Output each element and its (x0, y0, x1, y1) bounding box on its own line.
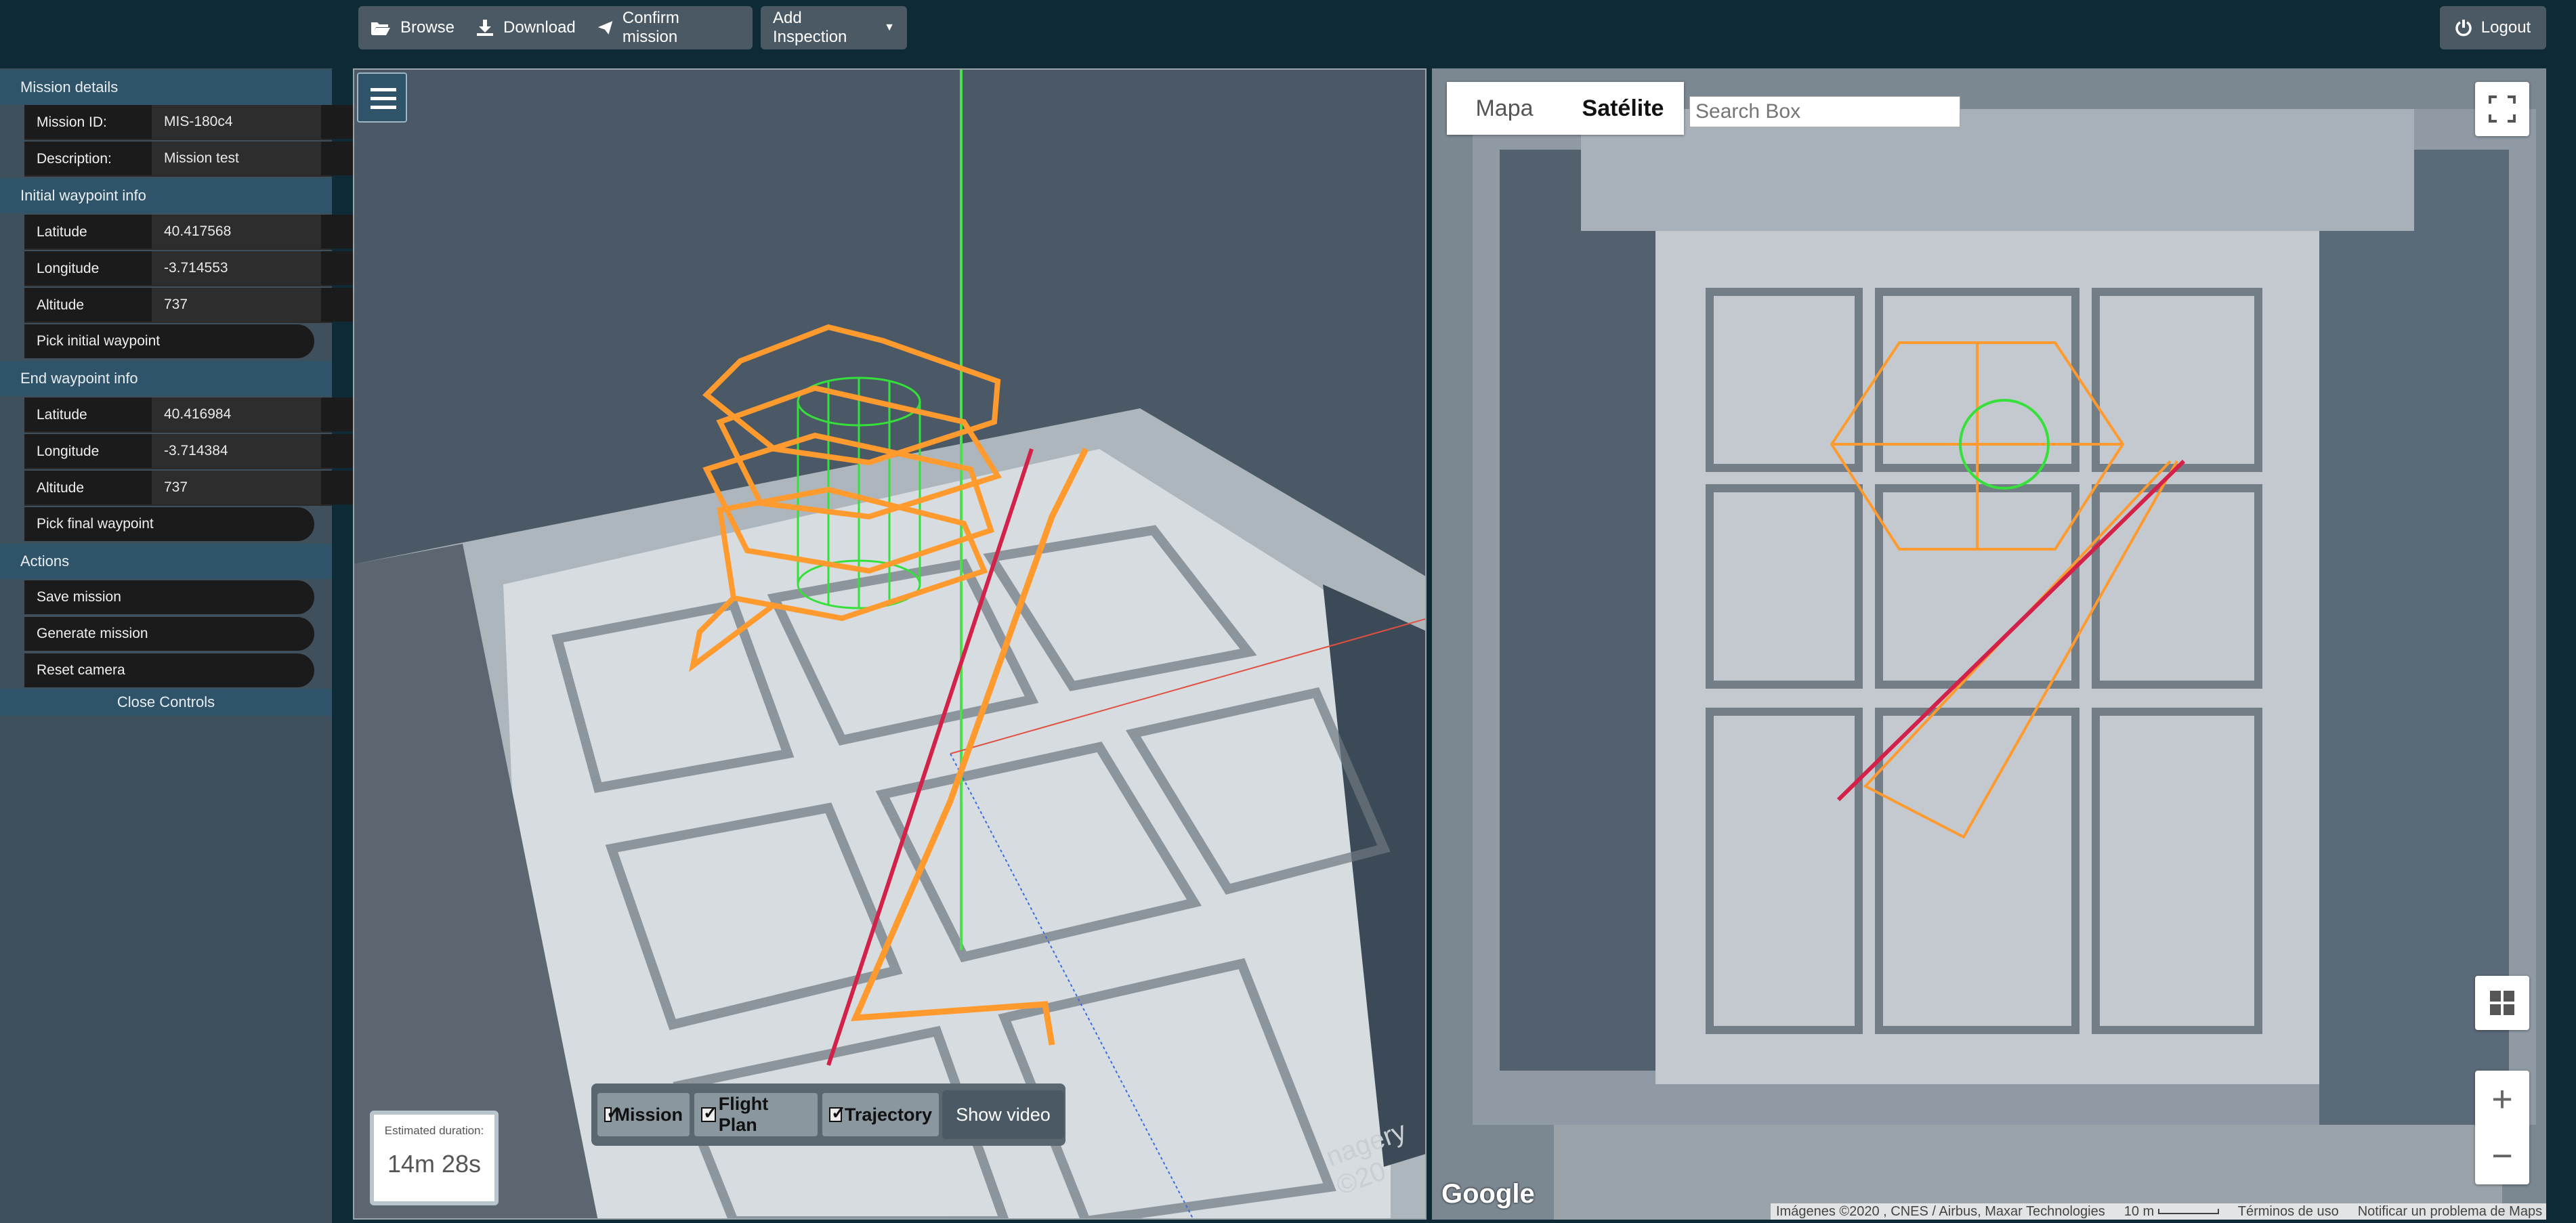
end-longitude-row: Longitude -3.714384 (24, 434, 356, 469)
zoom-in-button[interactable]: + (2475, 1071, 2529, 1128)
estimated-duration-box: Estimated duration: 14m 28s (370, 1111, 499, 1205)
end-altitude-field[interactable]: 737 (152, 471, 356, 505)
map-search-input[interactable] (1689, 96, 1960, 127)
generate-mission-button[interactable]: Generate mission (24, 617, 314, 651)
initial-waypoint-header[interactable]: Initial waypoint info (0, 178, 332, 213)
mission-id-row: Mission ID: MIS-180c4 (24, 105, 356, 140)
caret-down-icon: ▼ (884, 22, 895, 33)
google-logo: Google (1441, 1179, 1535, 1209)
end-longitude-label: Longitude (37, 444, 100, 459)
file-button-group: Browse Download Confirm mission (358, 6, 753, 49)
description-row: Description: Mission test (24, 142, 356, 177)
map-attribution-bar: Imágenes ©2020 , CNES / Airbus, Maxar Te… (1771, 1203, 2546, 1220)
confirm-mission-button[interactable]: Confirm mission (597, 9, 719, 47)
menu-bar-icon (371, 88, 396, 91)
initial-latitude-field[interactable]: 40.417568 (152, 215, 356, 249)
tab-map[interactable]: Mapa (1447, 82, 1562, 135)
folder-open-icon (371, 22, 390, 35)
mission-id-label: Mission ID: (37, 114, 107, 130)
fullscreen-button[interactable] (2475, 82, 2529, 136)
description-label: Description: (37, 151, 112, 167)
roof-top-wing (1581, 109, 2414, 231)
browse-button[interactable]: Browse (371, 18, 455, 37)
mission-id-field[interactable]: MIS-180c4 (152, 105, 356, 139)
end-latitude-row: Latitude 40.416984 (24, 398, 356, 433)
mission-details-header[interactable]: Mission details (0, 70, 332, 105)
pick-final-waypoint-button[interactable]: Pick final waypoint (24, 507, 314, 541)
save-mission-button[interactable]: Save mission (24, 580, 314, 614)
grid-icon (2490, 991, 2514, 1015)
initial-latitude-label: Latitude (37, 224, 87, 240)
3d-scene (354, 70, 1425, 1218)
add-inspection-dropdown[interactable]: Add Inspection ▼ (761, 6, 907, 49)
initial-longitude-label: Longitude (37, 261, 100, 276)
roof-left-wing (1500, 150, 1662, 1071)
initial-latitude-row: Latitude 40.417568 (24, 215, 356, 250)
download-icon (477, 20, 494, 36)
mission-checkbox[interactable]: Mission (597, 1093, 690, 1136)
map-type-toggle: Mapa Satélite (1447, 82, 1684, 135)
end-altitude-row: Altitude 737 (24, 471, 356, 506)
end-longitude-field[interactable]: -3.714384 (152, 434, 356, 468)
menu-bar-icon (371, 106, 396, 109)
imagery-attribution: Imágenes ©2020 , CNES / Airbus, Maxar Te… (1776, 1203, 2105, 1219)
close-controls-button[interactable]: Close Controls (0, 689, 332, 716)
scale-bar-icon (2157, 1209, 2219, 1215)
menu-bar-icon (371, 97, 396, 100)
duration-value: 14m 28s (387, 1150, 482, 1178)
zoom-out-button[interactable]: − (2475, 1128, 2529, 1184)
checkbox-checked-icon (701, 1102, 718, 1123)
3d-mission-viewport[interactable]: nagery ©20 Estimated duration: 14m 28s (353, 68, 1427, 1220)
minus-icon: − (2491, 1136, 2513, 1176)
pick-initial-waypoint-button[interactable]: Pick initial waypoint (24, 324, 314, 358)
end-latitude-label: Latitude (37, 407, 87, 423)
fullscreen-icon (2489, 95, 2516, 123)
show-video-button[interactable]: Show video (942, 1090, 1064, 1139)
satellite-imagery (1432, 68, 2546, 1220)
initial-altitude-label: Altitude (37, 297, 85, 313)
description-field[interactable]: Mission test (152, 142, 356, 175)
download-button[interactable]: Download (476, 18, 576, 37)
satellite-map[interactable]: Mapa Satélite + − Google Imágenes ©2020 … (1432, 68, 2546, 1220)
paper-plane-icon (597, 21, 613, 35)
checkbox-checked-icon (604, 1102, 622, 1123)
initial-longitude-row: Longitude -3.714553 (24, 251, 356, 286)
end-altitude-label: Altitude (37, 480, 85, 496)
terms-link[interactable]: Términos de uso (2238, 1204, 2339, 1220)
reset-camera-button[interactable]: Reset camera (24, 653, 314, 687)
mission-controls-panel: Mission details Mission ID: MIS-180c4 Des… (0, 68, 356, 1223)
end-latitude-field[interactable]: 40.416984 (152, 398, 356, 431)
flight-plan-checkbox[interactable]: Flight Plan (694, 1093, 818, 1136)
checkbox-checked-icon (829, 1102, 846, 1123)
duration-label: Estimated duration: (384, 1124, 484, 1137)
plus-icon: + (2491, 1079, 2513, 1119)
initial-altitude-row: Altitude 737 (24, 288, 356, 323)
initial-altitude-field[interactable]: 737 (152, 288, 356, 322)
trajectory-checkbox[interactable]: Trajectory (822, 1093, 939, 1136)
tab-satellite[interactable]: Satélite (1562, 82, 1684, 135)
report-problem-link[interactable]: Notificar un problema de Maps (2358, 1204, 2542, 1220)
map-scale[interactable]: 10 m (2124, 1204, 2219, 1220)
hamburger-menu-button[interactable] (357, 72, 407, 123)
top-toolbar: Browse Download Confirm mission Add Insp… (0, 0, 2576, 68)
zoom-controls: + − (2475, 1071, 2529, 1184)
logout-button[interactable]: Logout (2440, 6, 2546, 49)
actions-header[interactable]: Actions (0, 544, 332, 579)
initial-longitude-field[interactable]: -3.714553 (152, 251, 356, 285)
tilt-view-button[interactable] (2475, 976, 2529, 1030)
power-icon (2455, 20, 2472, 37)
end-waypoint-header[interactable]: End waypoint info (0, 361, 332, 396)
